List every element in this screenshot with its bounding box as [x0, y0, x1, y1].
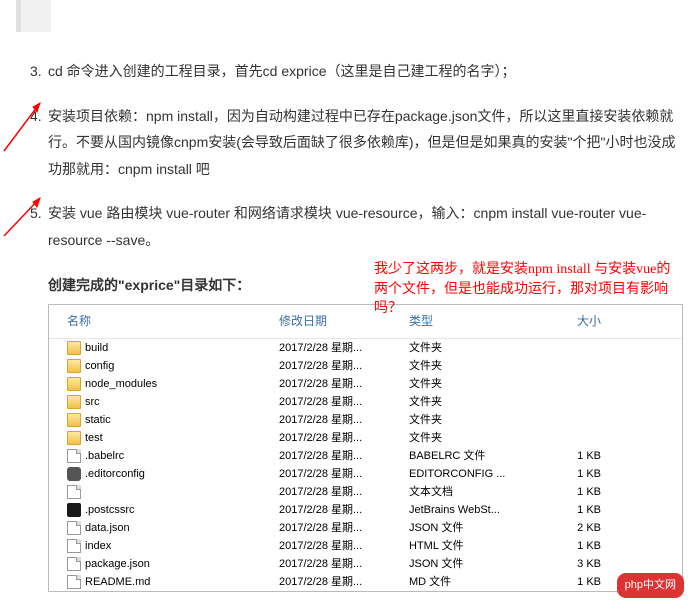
gear-icon — [67, 467, 81, 481]
file-row[interactable]: 2017/2/28 星期...文本文档1 KB — [49, 483, 682, 501]
arrow-icon — [0, 95, 46, 155]
file-icon — [67, 575, 81, 589]
file-row[interactable]: build2017/2/28 星期...文件夹 — [49, 339, 682, 357]
file-row[interactable]: .babelrc2017/2/28 星期...BABELRC 文件1 KB — [49, 447, 682, 465]
file-size: 1 KB — [539, 572, 609, 593]
file-date: 2017/2/28 星期... — [279, 572, 409, 593]
file-row[interactable]: test2017/2/28 星期...文件夹 — [49, 429, 682, 447]
file-explorer: 名称 修改日期 类型 大小 build2017/2/28 星期...文件夹con… — [48, 304, 683, 592]
file-row[interactable]: .postcssrc2017/2/28 星期...JetBrains WebSt… — [49, 501, 682, 519]
arrow-icon — [0, 190, 46, 240]
explorer-body: build2017/2/28 星期...文件夹config2017/2/28 星… — [49, 339, 682, 591]
file-row[interactable]: static2017/2/28 星期...文件夹 — [49, 411, 682, 429]
folder-icon — [67, 431, 81, 445]
step-text: 安装项目依赖：npm install，因为自动构建过程中已存在package.j… — [48, 108, 676, 177]
step-text: cd 命令进入创建的工程目录，首先cd exprice（这里是自己建工程的名字）… — [48, 63, 515, 79]
file-icon — [67, 485, 81, 499]
ws-icon — [67, 503, 81, 517]
folder-icon — [67, 395, 81, 409]
file-row[interactable]: .editorconfig2017/2/28 星期...EDITORCONFIG… — [49, 465, 682, 483]
step-number: 3. — [30, 58, 42, 85]
file-row[interactable]: package.json2017/2/28 星期...JSON 文件3 KB — [49, 555, 682, 573]
folder-icon — [67, 341, 81, 355]
folder-icon — [67, 377, 81, 391]
file-row[interactable]: node_modules2017/2/28 星期...文件夹 — [49, 375, 682, 393]
red-annotation: 我少了这两步，就是安装npm install 与安装vue的两个文件，但是也能成… — [374, 260, 674, 319]
folder-icon — [67, 413, 81, 427]
file-name: README.md — [85, 572, 279, 593]
file-row[interactable]: config2017/2/28 星期...文件夹 — [49, 357, 682, 375]
step-text: 安装 vue 路由模块 vue-router 和网络请求模块 vue-resou… — [48, 205, 646, 248]
step-3: 3. cd 命令进入创建的工程目录，首先cd exprice（这里是自己建工程的… — [8, 58, 680, 85]
file-row[interactable]: src2017/2/28 星期...文件夹 — [49, 393, 682, 411]
file-icon — [67, 539, 81, 553]
file-type: MD 文件 — [409, 572, 539, 593]
blockquote-bar — [16, 0, 51, 32]
file-row[interactable]: data.json2017/2/28 星期...JSON 文件2 KB — [49, 519, 682, 537]
step-5: 5. 安装 vue 路由模块 vue-router 和网络请求模块 vue-re… — [8, 200, 680, 253]
column-name[interactable]: 名称 — [49, 310, 279, 333]
file-row[interactable]: index2017/2/28 星期...HTML 文件1 KB — [49, 537, 682, 555]
folder-icon — [67, 359, 81, 373]
file-icon — [67, 449, 81, 463]
step-4: 4. 安装项目依赖：npm install，因为自动构建过程中已存在packag… — [8, 103, 680, 183]
file-icon — [67, 557, 81, 571]
file-row[interactable]: README.md2017/2/28 星期...MD 文件1 KB — [49, 573, 682, 591]
file-name: .editorconfig — [85, 464, 279, 485]
watermark-badge: php中文网 — [617, 573, 684, 598]
